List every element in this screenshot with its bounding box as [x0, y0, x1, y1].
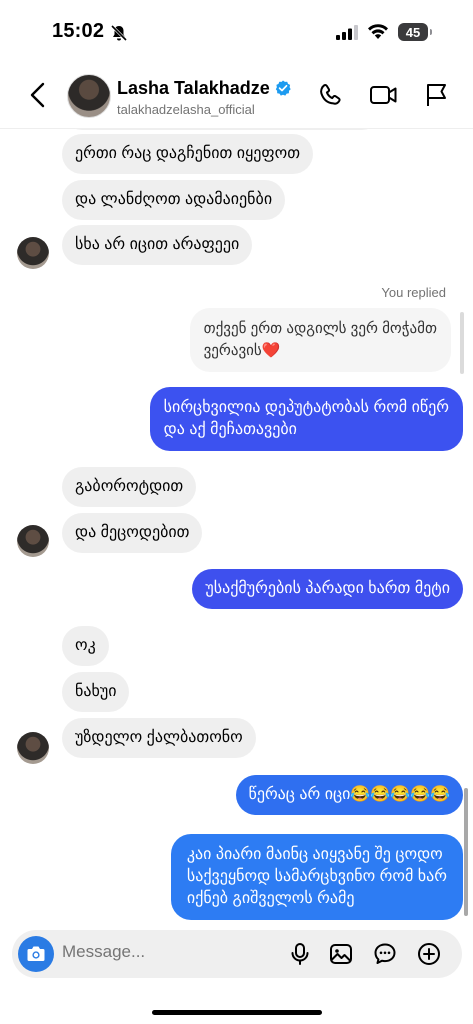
- sender-avatar[interactable]: [17, 525, 49, 557]
- reply-line: ვერავის❤️: [203, 342, 281, 359]
- reply-line: თქვენ ერთ ადგილს ვერ მოჭამთ: [203, 320, 437, 337]
- incoming-message[interactable]: ოკ: [62, 626, 109, 666]
- verified-badge-icon: [275, 80, 291, 96]
- partial-message-bubble[interactable]: [62, 128, 382, 130]
- incoming-message[interactable]: სხა არ იცით არაფეეი: [62, 225, 253, 265]
- reply-indicator-bar: [460, 312, 464, 374]
- microphone-icon[interactable]: [288, 942, 312, 966]
- phone-icon[interactable]: [318, 82, 344, 108]
- sender-avatar[interactable]: [17, 237, 49, 269]
- bell-slash-icon: [110, 24, 128, 42]
- incoming-message[interactable]: და ლანძღოთ ადამაიენბი: [62, 180, 286, 220]
- outgoing-message[interactable]: წერაც არ იცი😂😂😂😂😂: [235, 775, 463, 815]
- sender-avatar[interactable]: [17, 732, 49, 764]
- incoming-message[interactable]: გაბოროტდით: [62, 467, 197, 507]
- message-line: და აქ მეჩათავები: [163, 421, 297, 438]
- sticker-icon[interactable]: [373, 942, 397, 966]
- incoming-message[interactable]: ერთი რაც დაგჩენით იყეფოთ: [62, 134, 314, 174]
- incoming-message[interactable]: ნახუი: [62, 672, 130, 712]
- flag-icon[interactable]: [424, 82, 450, 108]
- contact-username: talakhadzelasha_official: [117, 102, 255, 117]
- status-time: 15:02: [52, 20, 105, 42]
- message-line: საქვეყნოდ სამარცხვინო რომ ხარ: [186, 868, 447, 885]
- message-composer: [12, 930, 462, 978]
- video-camera-icon[interactable]: [369, 82, 399, 108]
- outgoing-message[interactable]: უსაქმურების პარადი ხართ მეტი: [192, 569, 463, 609]
- chat-header: Lasha Talakhadze talakhadzelasha_officia…: [0, 62, 473, 129]
- camera-icon: [27, 946, 45, 961]
- contact-avatar[interactable]: [67, 74, 111, 118]
- outgoing-message[interactable]: სირცხვილია დეპუტატობას რომ იწერ და აქ მე…: [149, 387, 463, 451]
- message-line: კაი პიარი მაინც აიყვანე შე ცოდო: [186, 846, 443, 863]
- you-replied-label: You replied: [381, 285, 446, 300]
- status-bar: 15:02 45: [0, 0, 473, 62]
- camera-button[interactable]: [18, 936, 54, 972]
- home-indicator[interactable]: [152, 1010, 322, 1015]
- contact-name-row[interactable]: Lasha Talakhadze: [117, 78, 291, 99]
- message-line: სირცხვილია დეპუტატობას რომ იწერ: [163, 399, 449, 416]
- wifi-icon: [368, 24, 388, 39]
- message-line: იქნებ გიშველოს რამე: [186, 890, 355, 907]
- incoming-message[interactable]: უზდელო ქალბათონო: [62, 718, 256, 758]
- contact-name: Lasha Talakhadze: [117, 78, 270, 98]
- replied-to-message[interactable]: თქვენ ერთ ადგილს ვერ მოჭამთ ვერავის❤️: [189, 308, 451, 372]
- plus-icon[interactable]: [417, 942, 441, 966]
- outgoing-message[interactable]: კაი პიარი მაინც აიყვანე შე ცოდო საქვეყნო…: [170, 834, 463, 920]
- message-thread[interactable]: ერთი რაც დაგჩენით იყეფოთ და ლანძღოთ ადამ…: [0, 128, 473, 926]
- message-input[interactable]: [62, 942, 262, 962]
- battery-level: 45: [405, 24, 421, 40]
- back-arrow-icon[interactable]: [28, 82, 48, 108]
- gallery-icon[interactable]: [329, 942, 353, 966]
- battery-cap: [430, 29, 432, 35]
- battery-icon: 45: [398, 23, 428, 41]
- scrollbar[interactable]: [464, 788, 468, 916]
- signal-icon: [336, 25, 358, 40]
- incoming-message[interactable]: და მეცოდებით: [62, 513, 203, 553]
